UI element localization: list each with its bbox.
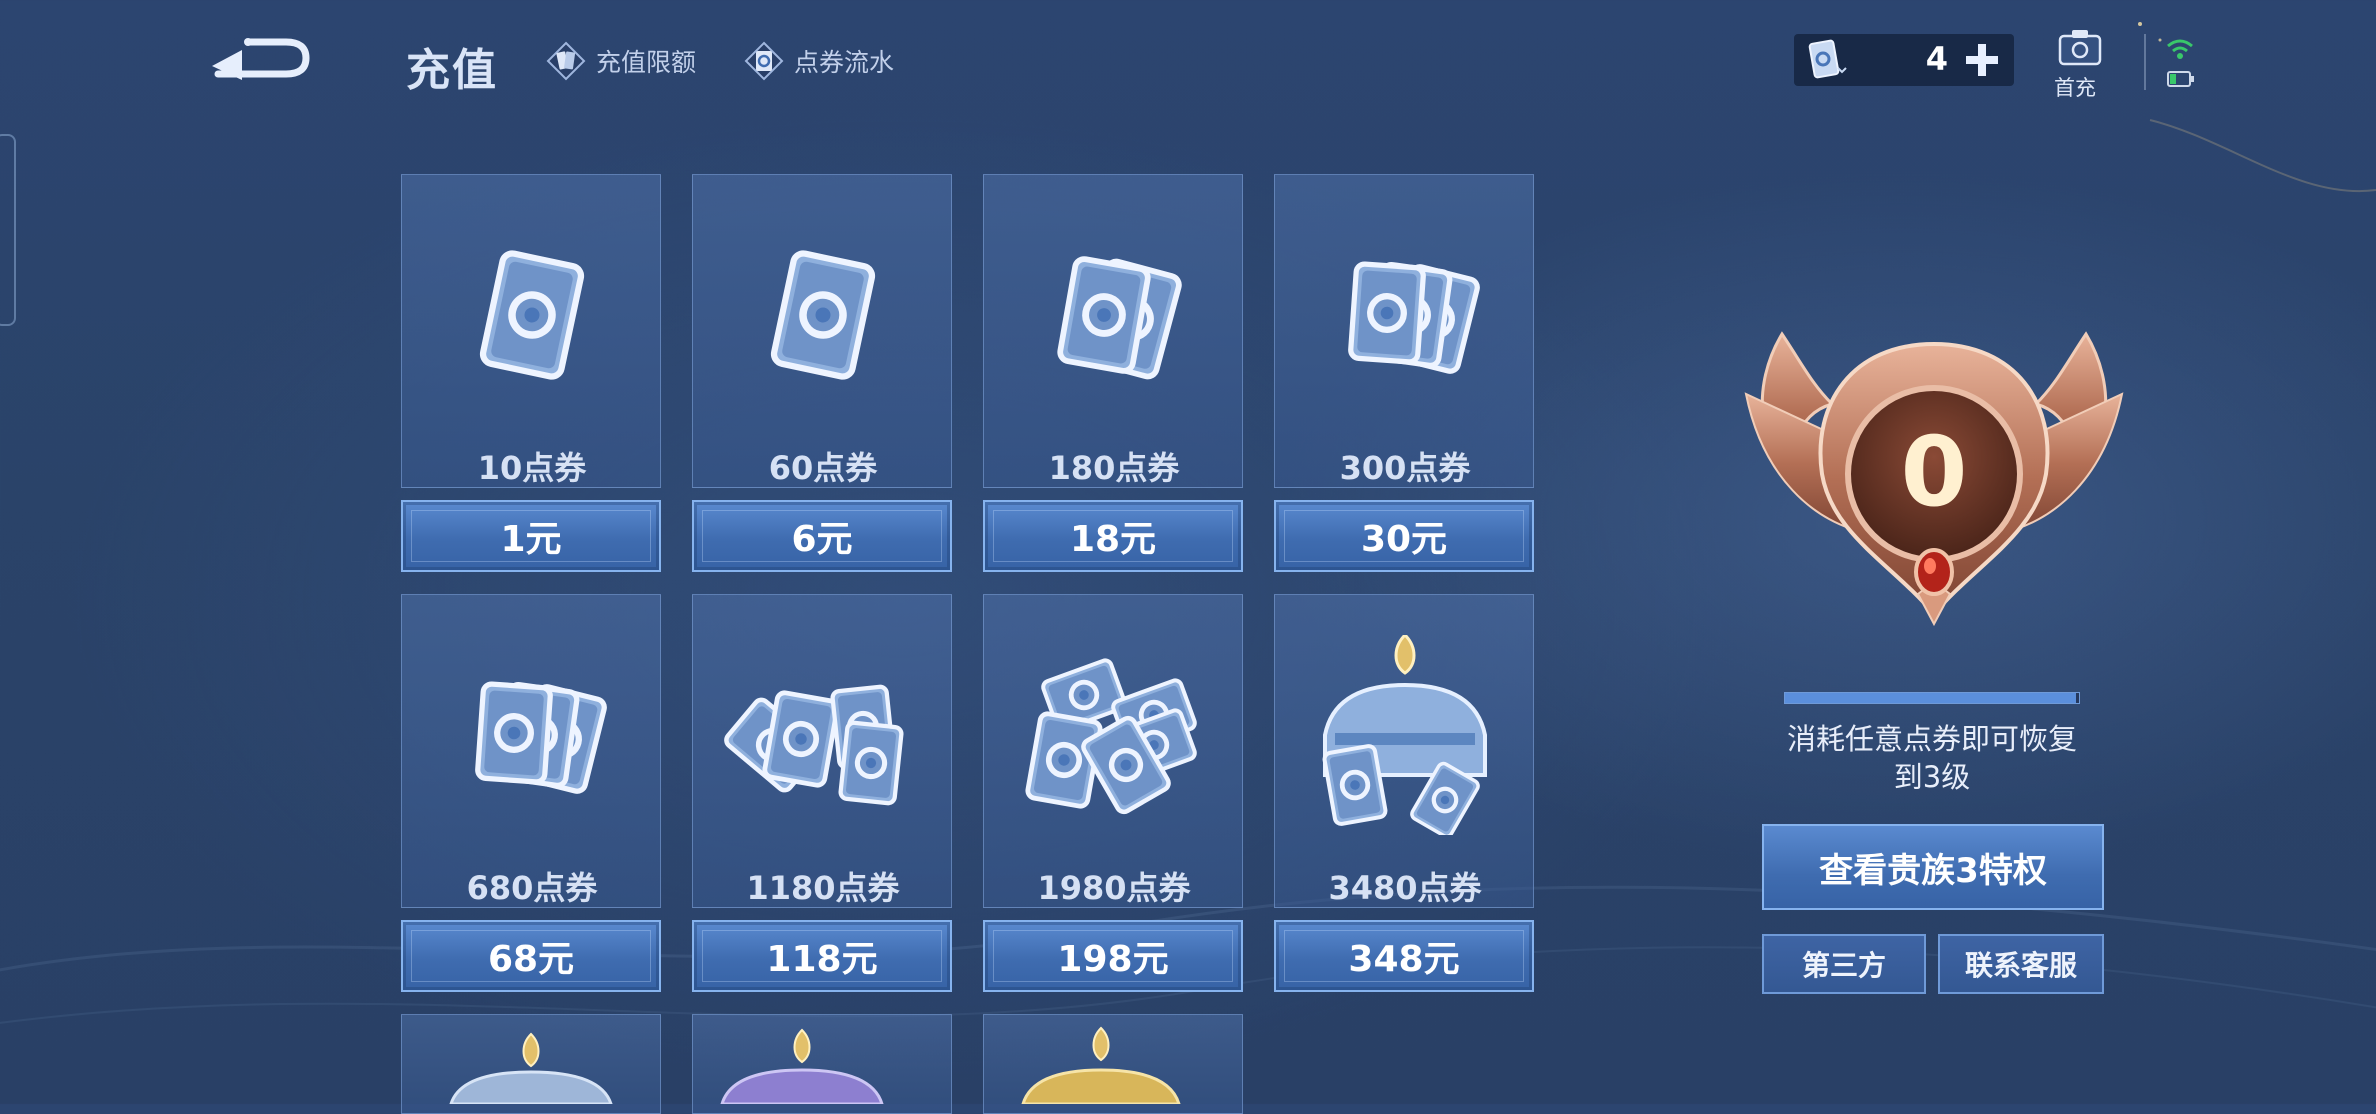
treasure-chest-icon xyxy=(1021,1026,1181,1104)
package-name: 3480点券 xyxy=(1328,869,1482,907)
package-card[interactable]: 680点券 68元 xyxy=(401,594,661,992)
side-handle[interactable] xyxy=(0,134,16,326)
coupon-icon xyxy=(1808,39,1847,79)
package-card-panel[interactable]: 180点券 xyxy=(983,174,1243,488)
package-card[interactable]: 1980点券 198元 xyxy=(983,594,1243,992)
package-card-panel[interactable]: 1980点券 xyxy=(983,594,1243,908)
coupon-history-link[interactable]: 点券流水 xyxy=(744,38,894,84)
package-card-partial[interactable] xyxy=(401,1014,661,1114)
price-button[interactable]: 198元 xyxy=(983,920,1243,992)
treasure-chest-icon xyxy=(720,1028,884,1104)
package-card[interactable]: 10点券 1元 xyxy=(401,174,661,572)
price-button[interactable]: 118元 xyxy=(692,920,952,992)
package-card[interactable]: 180点券 18元 xyxy=(983,174,1243,572)
restore-hint-line2: 到3级 xyxy=(1893,760,1971,794)
coupon-balance-value: 4 xyxy=(1925,40,1948,78)
third-party-button[interactable]: 第三方 xyxy=(1762,934,1926,994)
noble-progress-fill xyxy=(1785,693,2077,703)
coupon-stack-icon xyxy=(479,250,585,380)
noble-level: 0 xyxy=(1900,416,1968,528)
first-charge-button[interactable]: 首充 xyxy=(2050,28,2110,100)
package-name: 180点券 xyxy=(1048,449,1180,487)
first-charge-label: 首充 xyxy=(2054,76,2096,100)
price-button[interactable]: 18元 xyxy=(983,500,1243,572)
package-name: 1180点券 xyxy=(746,869,900,907)
package-card[interactable]: 60点券 6元 xyxy=(692,174,952,572)
card-icon xyxy=(546,41,586,81)
divider xyxy=(2144,34,2146,90)
package-card[interactable]: 300点券 30元 xyxy=(1274,174,1534,572)
package-name: 10点券 xyxy=(477,449,587,487)
treasure-chest-icon xyxy=(1322,635,1487,835)
package-card-panel[interactable]: 60点券 xyxy=(692,174,952,488)
price-button[interactable]: 6元 xyxy=(692,500,952,572)
status-icons xyxy=(2167,39,2194,87)
noble-progress-bar xyxy=(1784,692,2080,704)
package-card[interactable]: 3480点券 348元 xyxy=(1274,594,1534,992)
coupon-stack-icon xyxy=(724,684,904,806)
coupon-stack-icon xyxy=(1057,256,1182,380)
restore-hint: 消耗任意点券即可恢复 到3级 xyxy=(1740,720,2124,796)
package-card[interactable]: 1180点券 118元 xyxy=(692,594,952,992)
price-button[interactable]: 348元 xyxy=(1274,920,1534,992)
wifi-icon xyxy=(2167,39,2193,59)
coupon-icon xyxy=(744,41,784,81)
price-button[interactable]: 1元 xyxy=(401,500,661,572)
coupon-stack-icon xyxy=(1025,658,1197,815)
package-card-panel[interactable]: 300点券 xyxy=(1274,174,1534,488)
coupon-stack-icon xyxy=(770,250,876,380)
package-card-partial[interactable] xyxy=(692,1014,952,1114)
contact-service-button[interactable]: 联系客服 xyxy=(1938,934,2104,994)
coupon-balance: 4 xyxy=(1794,34,2014,86)
package-name: 60点券 xyxy=(768,449,878,487)
price-button[interactable]: 68元 xyxy=(401,920,661,992)
coupon-stack-icon xyxy=(1348,261,1480,374)
battery-icon xyxy=(2167,71,2194,87)
coupon-history-label: 点券流水 xyxy=(794,48,895,77)
package-card-partial[interactable] xyxy=(983,1014,1243,1114)
price-button[interactable]: 30元 xyxy=(1274,500,1534,572)
package-card-panel[interactable]: 3480点券 xyxy=(1274,594,1534,908)
treasure-chest-icon xyxy=(449,1032,613,1104)
package-name: 680点券 xyxy=(466,869,598,907)
add-coupon-button[interactable] xyxy=(1964,42,2000,78)
package-card-panel[interactable]: 10点券 xyxy=(401,174,661,488)
package-card-panel[interactable]: 1180点券 xyxy=(692,594,952,908)
gift-icon xyxy=(2058,30,2102,66)
recharge-limit-link[interactable]: 充值限额 xyxy=(546,38,696,84)
view-noble-privileges-button[interactable]: 查看贵族3特权 xyxy=(1762,824,2104,910)
package-name: 1980点券 xyxy=(1037,869,1191,907)
coupon-stack-icon xyxy=(475,681,607,794)
restore-hint-line1: 消耗任意点券即可恢复 xyxy=(1786,722,2077,756)
package-card-panel[interactable]: 680点券 xyxy=(401,594,661,908)
back-button[interactable] xyxy=(208,28,312,88)
page-title: 充值 xyxy=(406,45,498,96)
recharge-limit-label: 充值限额 xyxy=(596,48,697,77)
package-name: 300点券 xyxy=(1339,449,1471,487)
